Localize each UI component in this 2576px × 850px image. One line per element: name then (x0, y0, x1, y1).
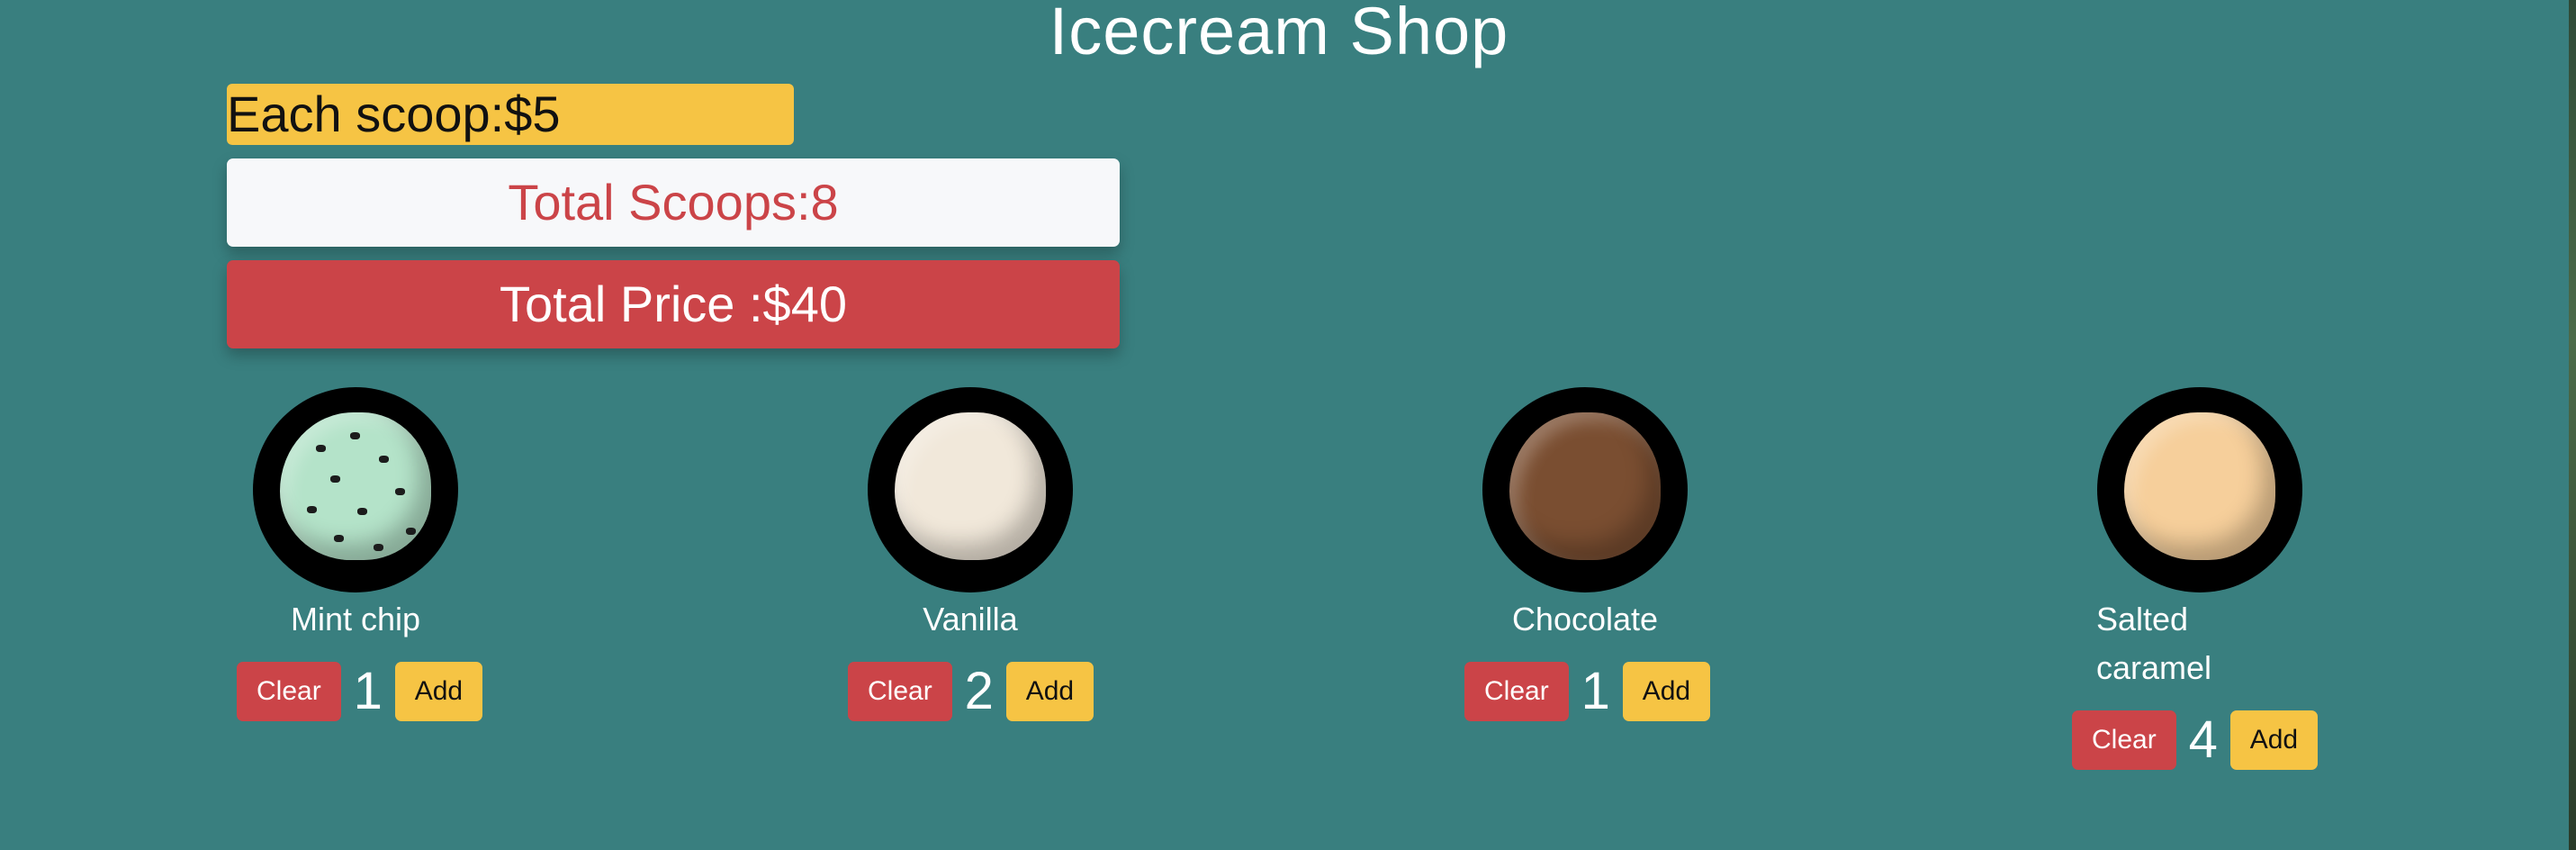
chocolate-chip (379, 456, 389, 463)
quantity-controls: Clear 1 Add (237, 661, 483, 721)
chocolate-chip (357, 508, 367, 515)
chocolate-chip (406, 528, 416, 535)
quantity-value: 2 (964, 662, 994, 720)
add-button[interactable]: Add (1005, 661, 1094, 721)
mint-scoop-shape (280, 412, 431, 560)
add-button[interactable]: Add (2229, 710, 2319, 770)
vanilla-image (868, 387, 1073, 592)
quantity-controls: Clear 1 Add (1464, 661, 1711, 721)
quantity-value: 1 (1581, 662, 1610, 720)
page-title: Icecream Shop (1049, 0, 1509, 68)
caramel-scoop-shape (2124, 412, 2275, 560)
quantity-value: 1 (353, 662, 383, 720)
chocolate-chip (395, 488, 405, 495)
chocolate-chip (307, 506, 317, 513)
chocolate-chip (316, 445, 326, 452)
salted-caramel-image (2097, 387, 2302, 592)
quantity-value: 4 (2188, 710, 2218, 769)
chocolate-chip (334, 535, 344, 542)
flavor-name: Mint chip (290, 601, 421, 638)
flavor-name: Salted caramel (2096, 601, 2212, 686)
flavor-name: Vanilla (923, 601, 1018, 638)
chocolate-chip (330, 475, 340, 483)
clear-button[interactable]: Clear (2072, 710, 2176, 770)
total-scoops-card: Total Scoops:8 (227, 158, 1120, 247)
chocolate-scoop-shape (1509, 412, 1661, 560)
mint-chip-image (253, 387, 458, 592)
flavor-name: Chocolate (1511, 601, 1659, 638)
clear-button[interactable]: Clear (848, 661, 952, 721)
background-image-edge (2569, 0, 2576, 850)
quantity-controls: Clear 4 Add (2072, 710, 2319, 770)
quantity-controls: Clear 2 Add (848, 661, 1094, 721)
total-price-card: Total Price :$40 (227, 260, 1120, 348)
add-button[interactable]: Add (1622, 661, 1711, 721)
vanilla-scoop-shape (895, 412, 1046, 560)
scoop-price-badge: Each scoop:$5 (227, 84, 794, 145)
clear-button[interactable]: Clear (237, 661, 341, 721)
add-button[interactable]: Add (394, 661, 483, 721)
chocolate-chip (350, 432, 360, 439)
chocolate-chip (374, 544, 383, 551)
chocolate-image (1482, 387, 1688, 592)
clear-button[interactable]: Clear (1464, 661, 1569, 721)
